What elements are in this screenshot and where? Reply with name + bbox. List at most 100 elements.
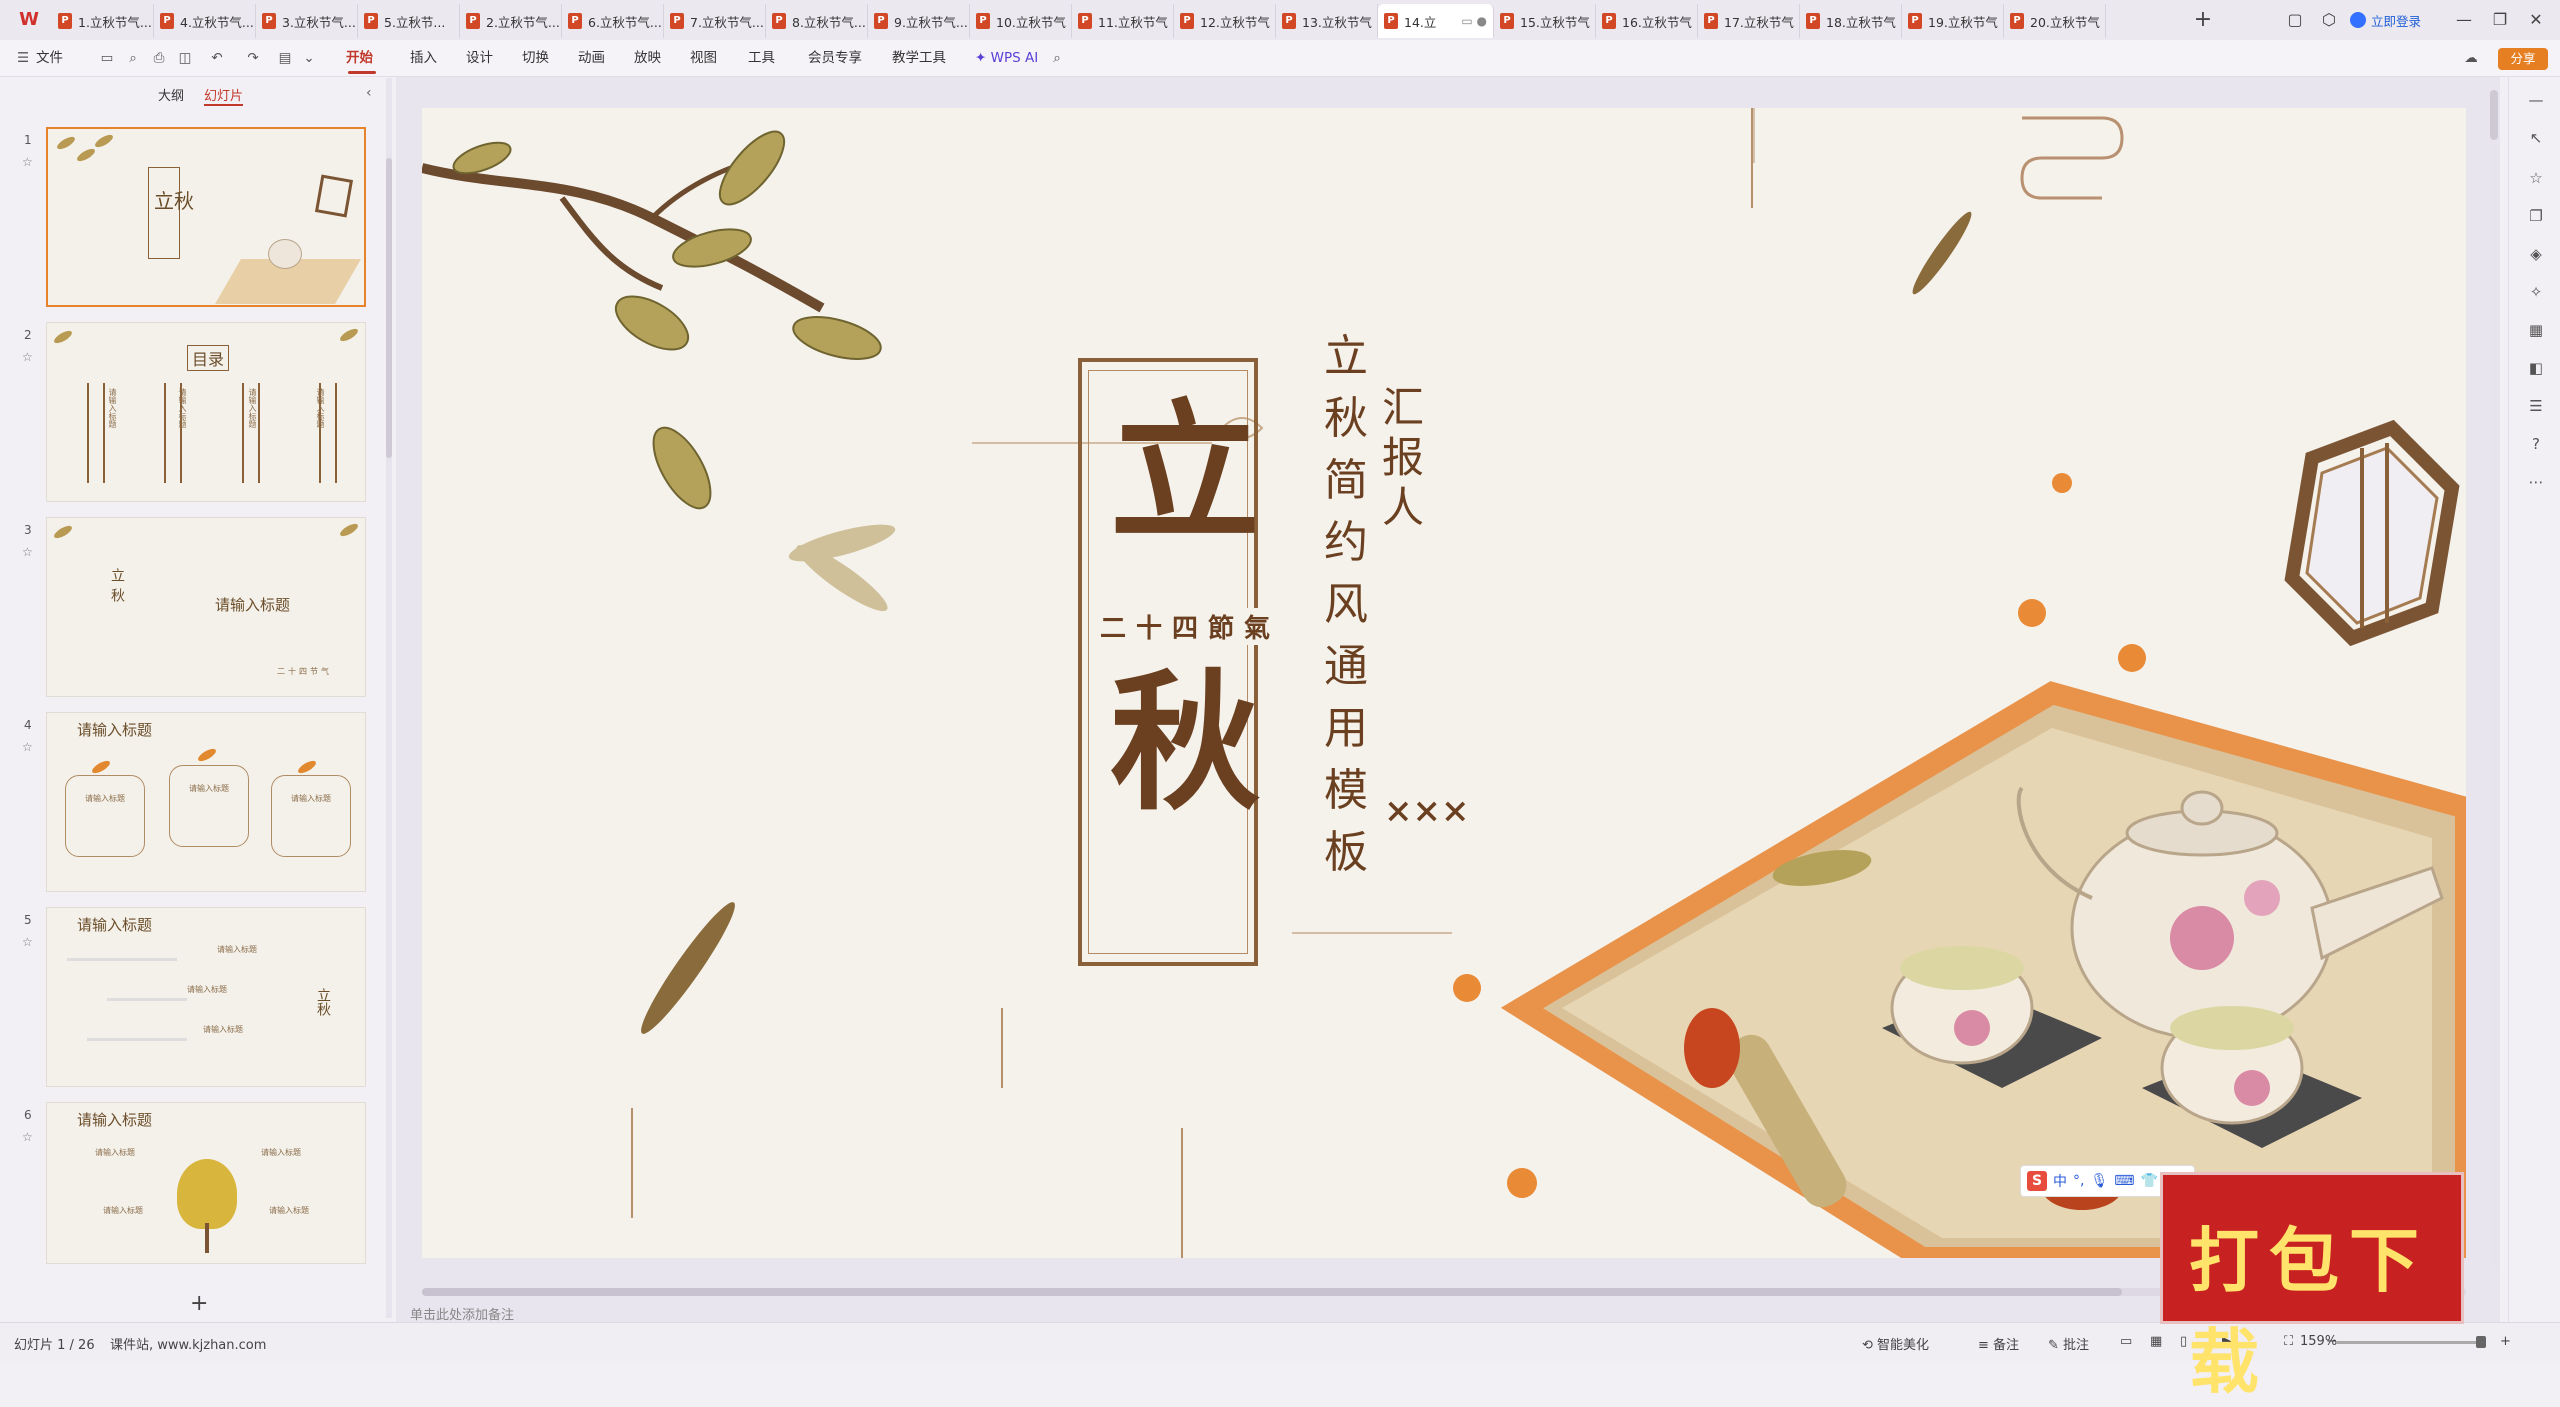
document-tab[interactable]: P 19.立秋节气 (1902, 4, 2004, 38)
ribbon-tab-7[interactable]: 视图 (690, 48, 717, 68)
document-tab[interactable]: P 8.立秋节气... (766, 4, 868, 38)
copy-icon[interactable]: ❐ (2527, 207, 2545, 225)
window-layout-icon[interactable]: ▢ (2283, 8, 2307, 32)
punctuation-icon[interactable]: °, (2073, 1173, 2084, 1189)
slide-jieqi-label[interactable]: 二十四節氣 (1100, 608, 1281, 645)
tab-slides[interactable]: 幻灯片 (204, 85, 244, 106)
tab-outline[interactable]: 大纲 (158, 85, 184, 106)
wps-logo-icon[interactable]: W (16, 8, 42, 32)
star-icon[interactable]: ☆ (22, 1130, 33, 1144)
normal-view-icon[interactable]: ▭ (2120, 1334, 2132, 1349)
wps-ai-button[interactable]: ✦ WPS AI (975, 48, 1038, 68)
document-tab[interactable]: P 18.立秋节气 (1800, 4, 1902, 38)
minimize-icon[interactable]: — (2452, 8, 2476, 32)
document-tab[interactable]: P 5.立秋节... (358, 4, 460, 38)
slide-canvas[interactable]: 立 二十四節氣 秋 立秋简约风通用模板 汇报人 ××× (422, 108, 2466, 1258)
ribbon-tab-2[interactable]: 插入 (410, 48, 437, 68)
slide-title-char-1[interactable]: 立 (1110, 398, 1260, 548)
ribbon-tab-5[interactable]: 动画 (578, 48, 605, 68)
slide-thumbnail-6[interactable]: 6 ☆ 请输入标题 请输入标题 请输入标题 请输入标题 请输入标题 (14, 1102, 374, 1292)
magic-icon[interactable]: ✧ (2527, 283, 2545, 301)
panel-scrollbar[interactable] (386, 78, 392, 1318)
animation-icon[interactable]: ◈ (2527, 245, 2545, 263)
star-shape-icon[interactable]: ☆ (2527, 169, 2545, 187)
slide-thumbnail-1[interactable]: 1 ☆ 立秋 (14, 127, 374, 317)
smart-beautify-button[interactable]: ⟲ 智能美化 (1862, 1334, 1929, 1353)
canvas-vertical-scrollbar[interactable] (2490, 90, 2498, 1270)
layout-icon[interactable]: ▦ (2527, 321, 2545, 339)
document-tab[interactable]: P 9.立秋节气... (868, 4, 970, 38)
slide-thumbnail-5[interactable]: 5 ☆ 请输入标题 请输入标题 请输入标题 请输入标题 立秋 (14, 907, 374, 1097)
new-doc-icon[interactable]: ▭ (98, 48, 116, 68)
document-tab[interactable]: P 7.立秋节气... (664, 4, 766, 38)
star-icon[interactable]: ☆ (22, 545, 33, 559)
document-tab[interactable]: P 13.立秋节气 (1276, 4, 1378, 38)
document-tab[interactable]: P 6.立秋节气... (562, 4, 664, 38)
search-icon[interactable]: ⌕ (1048, 48, 1066, 68)
document-tab[interactable]: P 17.立秋节气 (1698, 4, 1800, 38)
cursor-icon[interactable]: ↖ (2527, 129, 2545, 147)
document-tab[interactable]: P 11.立秋节气 (1072, 4, 1174, 38)
ime-mode[interactable]: 中 (2053, 1171, 2067, 1191)
skin-icon[interactable]: 👕 (2140, 1173, 2157, 1189)
star-icon[interactable]: ☆ (22, 740, 33, 754)
restore-icon[interactable]: ❐ (2488, 8, 2512, 32)
zoom-slider-handle[interactable] (2476, 1336, 2486, 1348)
document-tab[interactable]: P 12.立秋节气 (1174, 4, 1276, 38)
outline-icon[interactable]: ☰ (2527, 397, 2545, 415)
keyboard-icon[interactable]: ⌨ (2114, 1173, 2134, 1189)
login-button[interactable]: 立即登录 (2350, 10, 2421, 30)
undo-icon[interactable]: ↶ (208, 48, 226, 68)
document-tab[interactable]: P 3.立秋节气... (256, 4, 358, 38)
more-chevron-icon[interactable]: ⌄ (300, 48, 318, 68)
ribbon-tab-4[interactable]: 切换 (522, 48, 549, 68)
preview-icon[interactable]: ◫ (176, 48, 194, 68)
document-tab[interactable]: P 20.立秋节气 (2004, 4, 2106, 38)
cube-icon[interactable]: ⬡ (2317, 8, 2341, 32)
document-tab[interactable]: P 16.立秋节气 (1596, 4, 1698, 38)
document-tab[interactable]: P 2.立秋节气... (460, 4, 562, 38)
redo-icon[interactable]: ↷ (244, 48, 262, 68)
tab-close-icon[interactable]: ▭ ● (1461, 14, 1487, 28)
zoom-in-icon[interactable]: + (2500, 1334, 2511, 1349)
new-tab-button[interactable]: + (2188, 6, 2218, 34)
ribbon-tab-10[interactable]: 教学工具 (892, 48, 946, 68)
more-icon[interactable]: ⋯ (2527, 473, 2545, 491)
open-icon[interactable]: ⌕ (124, 48, 142, 68)
document-tab[interactable]: P 14.立 ▭ ● (1378, 4, 1494, 38)
notes-placeholder[interactable]: 单击此处添加备注 (410, 1304, 514, 1323)
print-icon[interactable]: ⎙ (150, 48, 168, 68)
notes-button[interactable]: ≡ 备注 (1978, 1334, 2019, 1353)
help-icon[interactable]: ? (2527, 435, 2545, 453)
ribbon-tab-3[interactable]: 设计 (466, 48, 493, 68)
ribbon-tab-9[interactable]: 会员专享 (808, 48, 862, 68)
add-slide-button[interactable]: + (190, 1291, 208, 1316)
collapse-panel-icon[interactable]: ‹ (366, 85, 372, 101)
cloud-icon[interactable]: ☁ (2462, 48, 2480, 68)
reading-view-icon[interactable]: ▯ (2180, 1334, 2187, 1349)
document-tab[interactable]: P 4.立秋节气... (154, 4, 256, 38)
slide-reporter-label[interactable]: 汇报人 (1382, 383, 1424, 533)
download-badge[interactable]: 打包下载 (2160, 1172, 2464, 1403)
ribbon-tab-6[interactable]: 放映 (634, 48, 661, 68)
ribbon-tab-1[interactable]: 开始 (346, 48, 373, 68)
comments-button[interactable]: ✎ 批注 (2048, 1334, 2089, 1353)
file-menu[interactable]: 文件 (36, 48, 63, 68)
close-window-icon[interactable]: ✕ (2524, 8, 2548, 32)
star-icon[interactable]: ☆ (22, 935, 33, 949)
format-icon[interactable]: ▤ (276, 48, 294, 68)
document-tab[interactable]: P 15.立秋节气 (1494, 4, 1596, 38)
slide-reporter-name[interactable]: ××× (1384, 788, 1469, 834)
document-tab[interactable]: P 10.立秋节气 (970, 4, 1072, 38)
grid-view-icon[interactable]: ▦ (2150, 1334, 2162, 1349)
slide-thumbnail-3[interactable]: 3 ☆ 立秋 请输入标题 二十四节气 (14, 517, 374, 707)
hamburger-icon[interactable]: ☰ (14, 48, 32, 68)
collapse-toolbar-icon[interactable]: — (2527, 91, 2545, 109)
document-tab[interactable]: P 1.立秋节气... (52, 4, 154, 38)
slide-thumbnail-2[interactable]: 2 ☆ 目录 请输入标题 请输入标题 请输入标题 请输入标题 (14, 322, 374, 512)
slide-thumbnail-4[interactable]: 4 ☆ 请输入标题 请输入标题 请输入标题 请输入标题 (14, 712, 374, 902)
slide-title-char-2[interactable]: 秋 (1110, 668, 1260, 818)
slide-subtitle[interactable]: 立秋简约风通用模板 (1322, 326, 1370, 884)
site-label[interactable]: 课件站, www.kjzhan.com (110, 1334, 266, 1353)
design-icon[interactable]: ◧ (2527, 359, 2545, 377)
